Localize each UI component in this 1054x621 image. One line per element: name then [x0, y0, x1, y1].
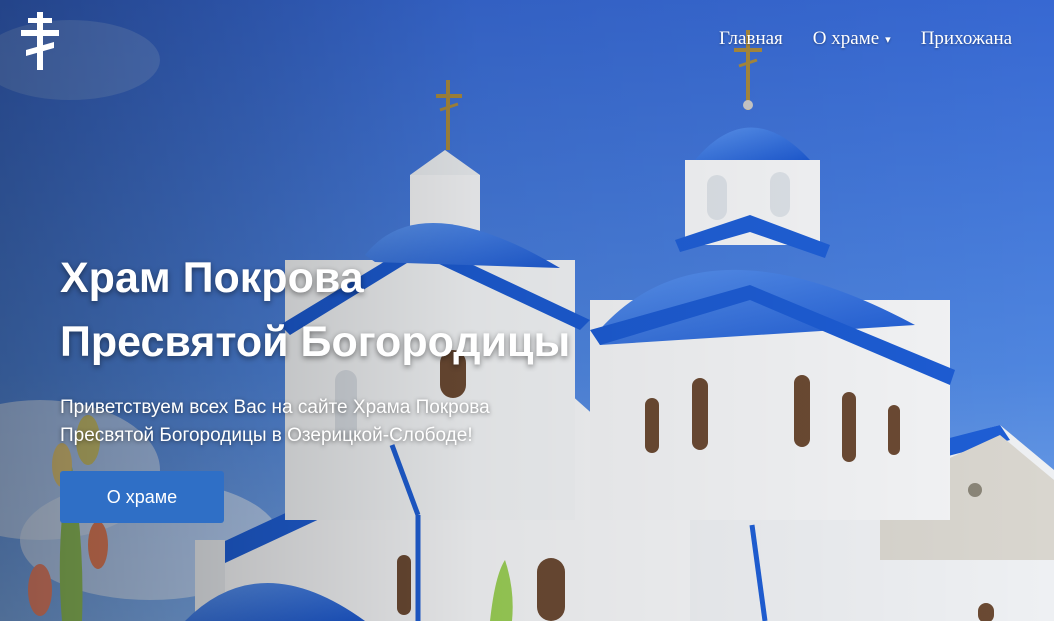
about-church-button[interactable]: О храме — [60, 471, 224, 523]
page-title-line-1: Храм Покрова — [60, 254, 364, 302]
hero-section: Главная О храме ▾ Прихожана Храм Покрова … — [0, 0, 1054, 621]
orthodox-cross-icon[interactable] — [18, 10, 62, 72]
main-navigation: Главная О храме ▾ Прихожана — [719, 28, 1012, 50]
nav-item-home-label: Главная — [719, 28, 783, 49]
page-title: Храм Покрова Пресвятой Богородицы — [60, 246, 570, 374]
nav-item-parishioners-label: Прихожана — [920, 28, 1013, 49]
welcome-text: Приветствуем всех Вас на сайте Храма Пок… — [60, 397, 490, 446]
nav-item-parishioners[interactable]: Прихожана — [921, 28, 1012, 50]
page-title-line-2: Пресвятой Богородицы — [60, 318, 571, 366]
nav-item-about-label: О храме — [812, 28, 880, 49]
nav-item-about[interactable]: О храме ▾ — [813, 28, 891, 50]
chevron-down-icon: ▾ — [885, 34, 891, 47]
nav-item-home[interactable]: Главная — [719, 28, 783, 50]
